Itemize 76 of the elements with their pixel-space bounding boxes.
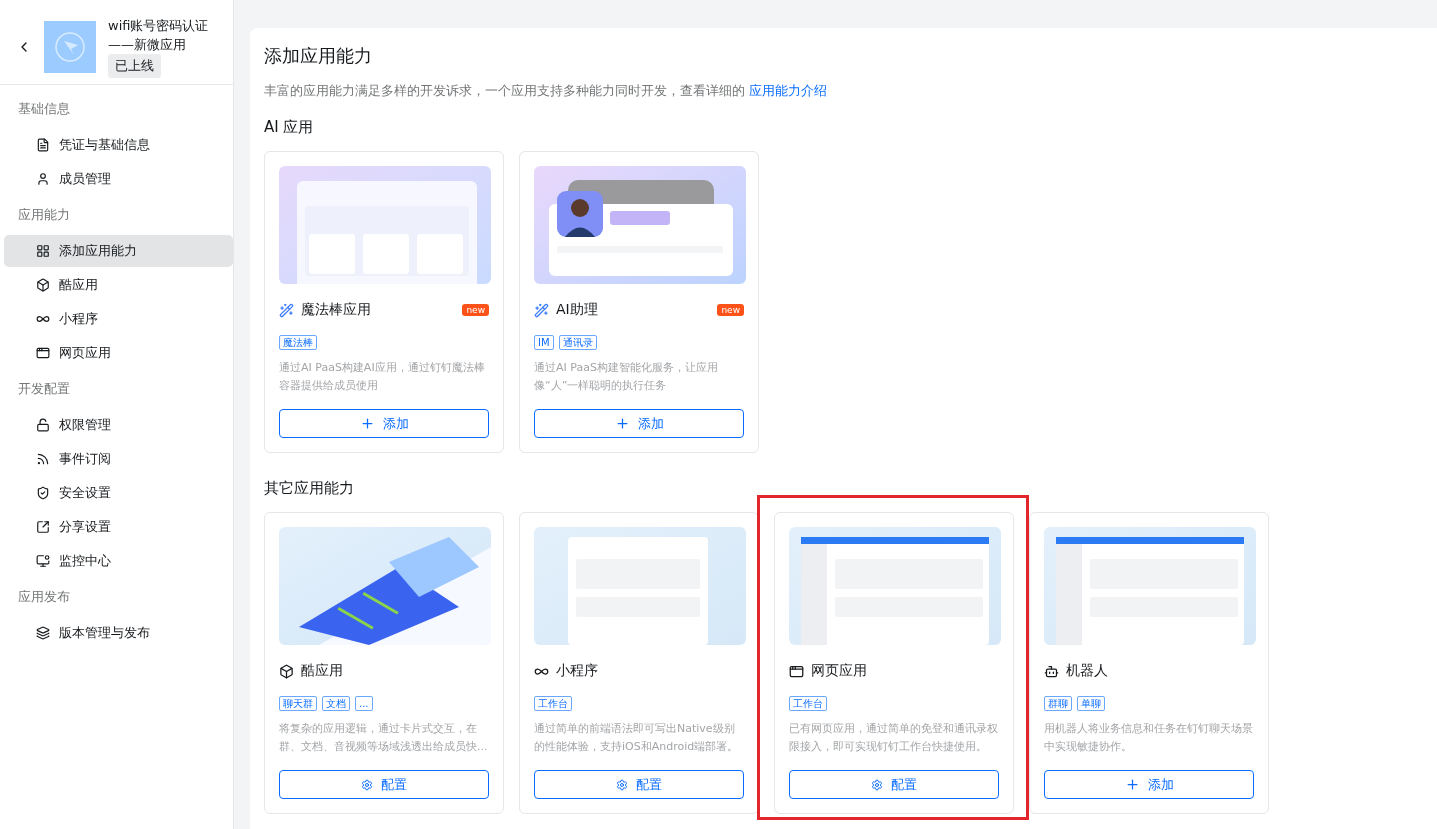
sidebar-item[interactable]: 酷应用 — [4, 269, 233, 301]
sidebar-item[interactable]: 监控中心 — [4, 545, 233, 577]
plus-icon — [614, 416, 630, 431]
tag: 通讯录 — [558, 335, 597, 350]
sidebar-item[interactable]: 小程序 — [4, 303, 233, 335]
document-icon — [36, 138, 50, 152]
card-description: 通过AI PaaS构建智能化服务，让应用像“人”一样聪明的执行任务 — [534, 360, 719, 394]
card-description: 通过简单的前端语法即可写出Native级别的性能体验，支持iOS和Android端部署。 — [534, 721, 740, 755]
layers-icon — [36, 626, 50, 640]
card-title: 酷应用 — [301, 662, 344, 680]
tag: ... — [355, 696, 373, 711]
cube-icon — [279, 663, 294, 679]
section-title: AI 应用 — [264, 118, 315, 137]
tag: 聊天群 — [279, 696, 317, 711]
settings-icon — [361, 778, 373, 791]
add-button[interactable]: 添加 — [534, 409, 744, 438]
sidebar-item[interactable]: 分享设置 — [4, 511, 233, 543]
card-title: 网页应用 — [811, 662, 868, 680]
wand-icon — [279, 302, 294, 318]
tag: 工作台 — [789, 696, 827, 711]
tag: 单聊 — [1077, 696, 1105, 711]
plus-icon — [359, 416, 375, 431]
page-title: 添加应用能力 — [264, 44, 373, 68]
sidebar-item[interactable]: 凭证与基础信息 — [4, 129, 233, 161]
tag: 工作台 — [534, 696, 572, 711]
card-title: 小程序 — [556, 662, 599, 680]
sidebar-item[interactable]: 添加应用能力 — [4, 235, 233, 267]
section-title: 其它应用能力 — [264, 479, 355, 498]
status-tag: 已上线 — [108, 54, 161, 78]
sidebar-item[interactable]: 网页应用 — [4, 337, 233, 369]
sidebar-section-title: 应用能力 — [17, 206, 71, 224]
plus-icon — [1124, 777, 1140, 792]
sidebar-section-title: 基础信息 — [17, 100, 71, 118]
new-badge: new — [462, 304, 489, 316]
tag: 群聊 — [1044, 696, 1072, 711]
tag: IM — [534, 335, 554, 350]
app-icon — [44, 21, 96, 73]
card-description: 用机器人将业务信息和任务在钉钉聊天场景中实现敏捷协作。 — [1044, 721, 1254, 755]
card-title: 机器人 — [1066, 662, 1109, 680]
sidebar-item[interactable]: 版本管理与发布 — [4, 617, 233, 649]
add-button[interactable]: 添加 — [279, 409, 489, 438]
unlock-icon — [36, 418, 50, 432]
share-icon — [36, 520, 50, 534]
feed-icon — [36, 452, 50, 466]
monitor-icon — [36, 554, 50, 568]
settings-icon — [616, 778, 628, 791]
sidebar-section-title: 应用发布 — [17, 588, 71, 606]
robot-icon — [1044, 663, 1059, 679]
card-title: AI助理 — [556, 301, 599, 319]
sidebar-item[interactable]: 成员管理 — [4, 163, 233, 195]
wand-icon — [534, 302, 549, 318]
card-description: 将复杂的应用逻辑，通过卡片式交互，在群、文档、音视频等场域浅透出给成员快... — [279, 721, 489, 755]
app-name: wifi账号密码认证——新微应用 — [108, 17, 210, 54]
tag: 文档 — [322, 696, 350, 711]
card-description: 通过AI PaaS构建AI应用，通过钉钉魔法棒容器提供给成员使用 — [279, 360, 486, 394]
card-title: 魔法棒应用 — [301, 301, 372, 319]
sidebar-item[interactable]: 事件订阅 — [4, 443, 233, 475]
intro-link[interactable]: 应用能力介绍 — [749, 83, 828, 98]
shield-icon — [36, 486, 50, 500]
window-icon — [789, 663, 804, 679]
grid-icon — [36, 244, 50, 258]
settings-icon — [871, 778, 883, 791]
configure-button[interactable]: 配置 — [789, 770, 999, 799]
configure-button[interactable]: 配置 — [279, 770, 489, 799]
cube-icon — [36, 278, 50, 292]
add-button[interactable]: 添加 — [1044, 770, 1254, 799]
person-icon — [36, 172, 50, 186]
sidebar-item[interactable]: 安全设置 — [4, 477, 233, 509]
configure-button[interactable]: 配置 — [534, 770, 744, 799]
tag: 魔法棒 — [279, 335, 317, 350]
card-description: 已有网页应用，通过简单的免登和通讯录权限接入，即可实现钉钉工作台快捷使用。 — [789, 721, 999, 755]
intro-text: 丰富的应用能力满足多样的开发诉求，一个应用支持多种能力同时开发，查看详细的 应用能力介绍 — [264, 82, 829, 100]
sidebar-item[interactable]: 权限管理 — [4, 409, 233, 441]
window-icon — [36, 346, 50, 360]
sidebar-section-title: 开发配置 — [17, 380, 71, 398]
new-badge: new — [717, 304, 744, 316]
